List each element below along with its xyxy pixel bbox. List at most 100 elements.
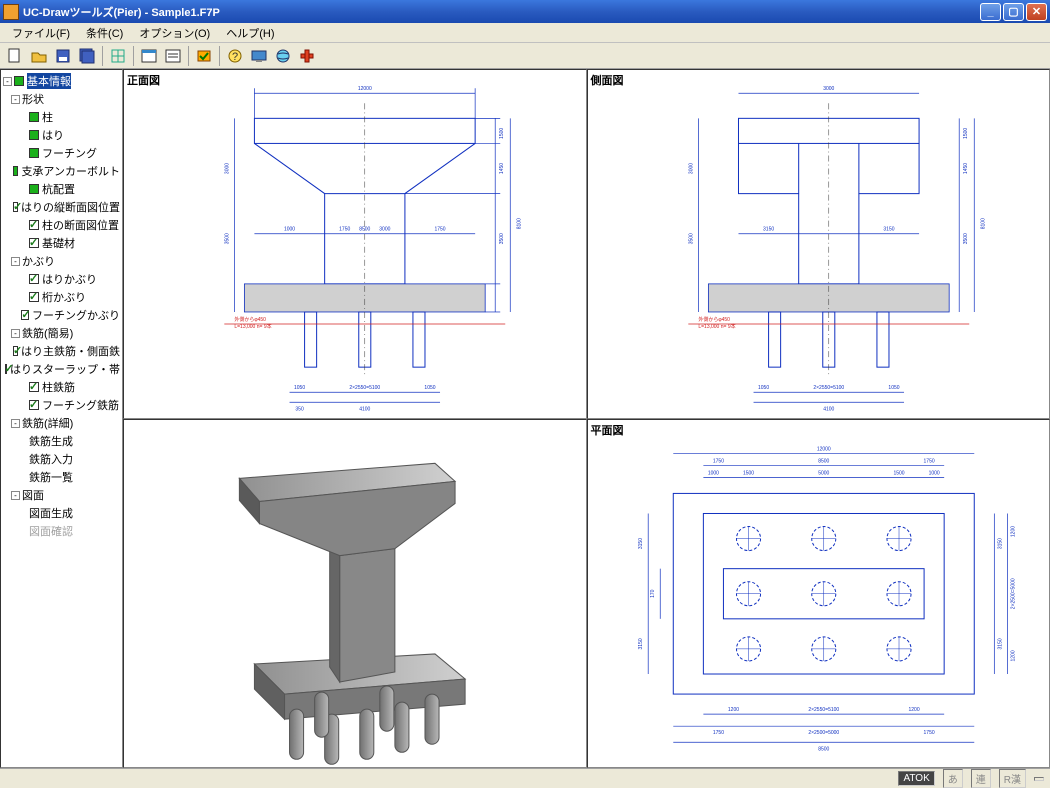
svg-text:3150: 3150	[763, 227, 774, 233]
svg-text:?: ?	[232, 51, 238, 63]
svg-text:8500: 8500	[359, 227, 370, 233]
tree-item[interactable]: 支承アンカーボルト	[3, 162, 120, 180]
svg-text:2×2550=5100: 2×2550=5100	[349, 385, 380, 391]
tree-item[interactable]: はり主鉄筋・側面鉄	[3, 342, 120, 360]
tree-group-shape[interactable]: -形状	[3, 90, 120, 108]
save-as-icon[interactable]	[76, 45, 98, 67]
tree-group-tekkin-easy[interactable]: -鉄筋(簡易)	[3, 324, 120, 342]
svg-text:3500: 3500	[224, 233, 230, 244]
globe-icon[interactable]	[272, 45, 294, 67]
new-file-icon[interactable]	[4, 45, 26, 67]
menu-help[interactable]: ヘルプ(H)	[218, 23, 282, 43]
view-title-front: 正面図	[127, 72, 160, 88]
svg-text:4100: 4100	[359, 406, 370, 412]
svg-text:1200: 1200	[727, 707, 738, 713]
tree-root[interactable]: -基本情報	[3, 72, 120, 90]
svg-text:L=13,000 n= 9本: L=13,000 n= 9本	[234, 323, 271, 330]
status-cell	[1034, 777, 1044, 781]
menu-file[interactable]: ファイル(F)	[4, 23, 78, 43]
status-bar: ATOK あ 連 R漢	[0, 768, 1050, 788]
svg-text:2×2500=5000: 2×2500=5000	[1010, 578, 1016, 609]
svg-text:1450: 1450	[499, 163, 505, 174]
svg-text:3150: 3150	[638, 537, 644, 548]
svg-text:3000: 3000	[379, 227, 390, 233]
tree-group-tekkin-det[interactable]: -鉄筋(詳細)	[3, 414, 120, 432]
status-cell: 連	[971, 769, 991, 788]
svg-text:5000: 5000	[818, 470, 829, 476]
tree-item[interactable]: 鉄筋生成	[3, 432, 120, 450]
svg-text:外側からφ450: 外側からφ450	[234, 316, 266, 323]
svg-text:3150: 3150	[997, 537, 1003, 548]
svg-text:1750: 1750	[712, 458, 723, 464]
help-icon[interactable]: ?	[224, 45, 246, 67]
tree-pane[interactable]: -基本情報 -形状 柱 はり フーチング 支承アンカーボルト 杭配置 はりの縦断…	[0, 69, 123, 768]
tree-item-disabled: 図面確認	[3, 522, 120, 540]
svg-text:1750: 1750	[923, 730, 934, 736]
tree-item[interactable]: フーチングかぶり	[3, 306, 120, 324]
menu-options[interactable]: オプション(O)	[131, 23, 218, 43]
svg-text:外側からφ450: 外側からφ450	[698, 316, 730, 323]
status-atok: ATOK	[898, 771, 934, 786]
svg-text:1050: 1050	[294, 385, 305, 391]
close-button[interactable]: ✕	[1026, 3, 1047, 21]
open-file-icon[interactable]	[28, 45, 50, 67]
svg-text:8500: 8500	[818, 746, 829, 752]
svg-text:3000: 3000	[823, 86, 834, 92]
svg-text:1500: 1500	[499, 128, 505, 139]
tree-item[interactable]: 柱鉄筋	[3, 378, 120, 396]
view-3d[interactable]	[123, 419, 587, 769]
svg-text:3150: 3150	[997, 638, 1003, 649]
svg-text:3500: 3500	[963, 233, 969, 244]
grid-icon[interactable]	[107, 45, 129, 67]
svg-text:1050: 1050	[758, 385, 769, 391]
svg-text:8100: 8100	[516, 218, 522, 229]
tree-group-zumen[interactable]: -図面	[3, 486, 120, 504]
maximize-button[interactable]: ▢	[1003, 3, 1024, 21]
tool-icon[interactable]	[296, 45, 318, 67]
list-icon[interactable]	[162, 45, 184, 67]
svg-text:1000: 1000	[707, 470, 718, 476]
tree-item[interactable]: 鉄筋一覧	[3, 468, 120, 486]
tree-item[interactable]: 基礎材	[3, 234, 120, 252]
svg-text:2×2550=5100: 2×2550=5100	[813, 385, 844, 391]
svg-text:1750: 1750	[923, 458, 934, 464]
svg-text:3150: 3150	[638, 638, 644, 649]
tree-item[interactable]: はりかぶり	[3, 270, 120, 288]
status-cell: あ	[943, 769, 963, 788]
svg-text:3500: 3500	[499, 233, 505, 244]
tree-item[interactable]: フーチング	[3, 144, 120, 162]
tree-item[interactable]: 図面生成	[3, 504, 120, 522]
display-icon[interactable]	[248, 45, 270, 67]
tree-item[interactable]: 杭配置	[3, 180, 120, 198]
view-front[interactable]: 正面図 12000 8100 1500 1450	[123, 69, 587, 419]
svg-text:1750: 1750	[434, 227, 445, 233]
tree-item[interactable]: 柱の断面図位置	[3, 216, 120, 234]
svg-text:1750: 1750	[712, 730, 723, 736]
tree-item[interactable]: はりスターラップ・帯	[3, 360, 120, 378]
view-plan[interactable]: 平面図	[587, 419, 1050, 769]
svg-text:8100: 8100	[980, 218, 986, 229]
tree-item[interactable]: 鉄筋入力	[3, 450, 120, 468]
svg-text:12000: 12000	[816, 446, 830, 452]
svg-text:8500: 8500	[818, 458, 829, 464]
toolbar: ?	[0, 43, 1050, 69]
tree-item[interactable]: はり	[3, 126, 120, 144]
save-icon[interactable]	[52, 45, 74, 67]
settings-icon[interactable]	[193, 45, 215, 67]
svg-text:3000: 3000	[224, 163, 230, 174]
panel-icon[interactable]	[138, 45, 160, 67]
svg-text:1000: 1000	[928, 470, 939, 476]
tree-item[interactable]: フーチング鉄筋	[3, 396, 120, 414]
menu-conditions[interactable]: 条件(C)	[78, 23, 131, 43]
tree-item[interactable]: はりの縦断面図位置	[3, 198, 120, 216]
svg-text:3150: 3150	[883, 227, 894, 233]
tree-group-cover[interactable]: -かぶり	[3, 252, 120, 270]
minimize-button[interactable]: _	[980, 3, 1001, 21]
svg-text:2×2550=5100: 2×2550=5100	[808, 707, 839, 713]
tree-item[interactable]: 桁かぶり	[3, 288, 120, 306]
app-icon	[3, 4, 19, 20]
tree-item[interactable]: 柱	[3, 108, 120, 126]
svg-text:2×2500=5000: 2×2500=5000	[808, 730, 839, 736]
view-side[interactable]: 側面図 3000 8100 1500 1450 3500 3000 3500	[587, 69, 1050, 419]
svg-text:1500: 1500	[742, 470, 753, 476]
